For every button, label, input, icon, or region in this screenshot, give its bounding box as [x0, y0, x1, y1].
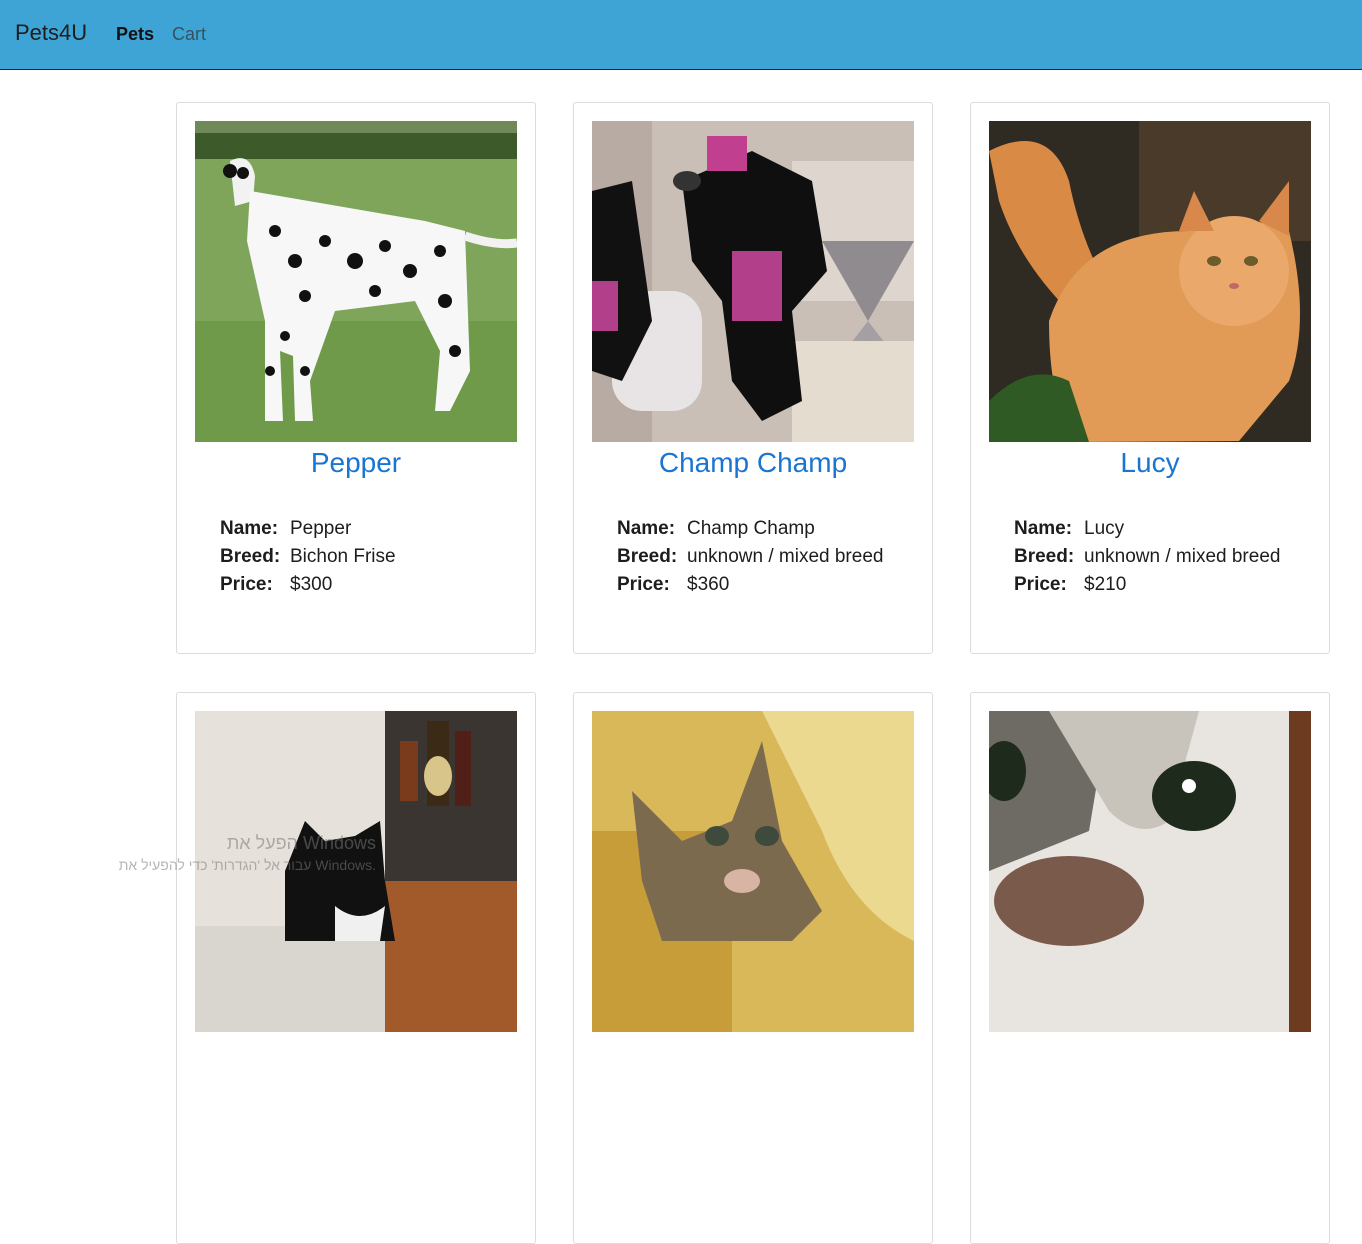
pet-card: [176, 692, 536, 1244]
orange-cat-photo[interactable]: [989, 121, 1311, 442]
pet-details: Name: Lucy Breed: unknown / mixed breed Pr…: [1014, 515, 1280, 599]
pet-details: Name: Pepper Breed: Bichon Frise Price: $30…: [220, 515, 396, 599]
breed-label: Breed:: [220, 546, 281, 567]
pet-title-link[interactable]: Pepper: [177, 447, 535, 479]
dalmatian-photo[interactable]: [195, 121, 517, 442]
price-label: Price:: [220, 574, 273, 595]
price-value: $300: [290, 574, 333, 595]
pet-card-lucy: Lucy Name: Lucy Breed: unknown / mixed bre…: [970, 102, 1330, 654]
closeup-cat-photo[interactable]: [989, 711, 1311, 1032]
breed-value: unknown / mixed breed: [687, 546, 884, 567]
name-value: Pepper: [290, 518, 352, 539]
watermark-line2: עבור אל 'הגדרות' כדי להפעיל את Windows.: [118, 857, 376, 873]
breed-label: Breed:: [617, 546, 678, 567]
breed-label: Breed:: [1014, 546, 1075, 567]
pet-card-pepper: Pepper Name: Pepper Breed: Bichon Frise Pr…: [176, 102, 536, 654]
watermark-line1: הפעל את Windows: [226, 833, 376, 853]
breed-value: unknown / mixed breed: [1084, 546, 1281, 567]
pet-details: Name: Champ Champ Breed: unknown / mixed b…: [617, 515, 883, 599]
name-value: Champ Champ: [687, 518, 815, 539]
name-value: Lucy: [1084, 518, 1125, 539]
brand-logo-link[interactable]: Pets4U: [15, 20, 87, 46]
pet-title-link[interactable]: Champ Champ: [574, 447, 932, 479]
pet-card-champ-champ: Champ Champ Name: Champ Champ Breed: unkno…: [573, 102, 933, 654]
pet-card: [573, 692, 933, 1244]
breed-value: Bichon Frise: [290, 546, 396, 567]
price-value: $360: [687, 574, 730, 595]
price-label: Price:: [617, 574, 670, 595]
top-navbar: Pets4U Pets Cart: [0, 0, 1362, 70]
name-label: Name:: [220, 518, 279, 539]
name-label: Name:: [1014, 518, 1073, 539]
price-value: $210: [1084, 574, 1127, 595]
price-label: Price:: [1014, 574, 1067, 595]
plush-toy-photo[interactable]: [592, 121, 914, 442]
windows-activation-watermark: הפעל את Windows עבור אל 'הגדרות' כדי להפ…: [96, 832, 376, 876]
pet-card: [970, 692, 1330, 1244]
pet-title-link[interactable]: Lucy: [971, 447, 1329, 479]
name-label: Name:: [617, 518, 676, 539]
tabby-kitten-photo[interactable]: [592, 711, 914, 1032]
nav-cart-link[interactable]: Cart: [172, 24, 206, 45]
nav-pets-link[interactable]: Pets: [116, 24, 154, 45]
